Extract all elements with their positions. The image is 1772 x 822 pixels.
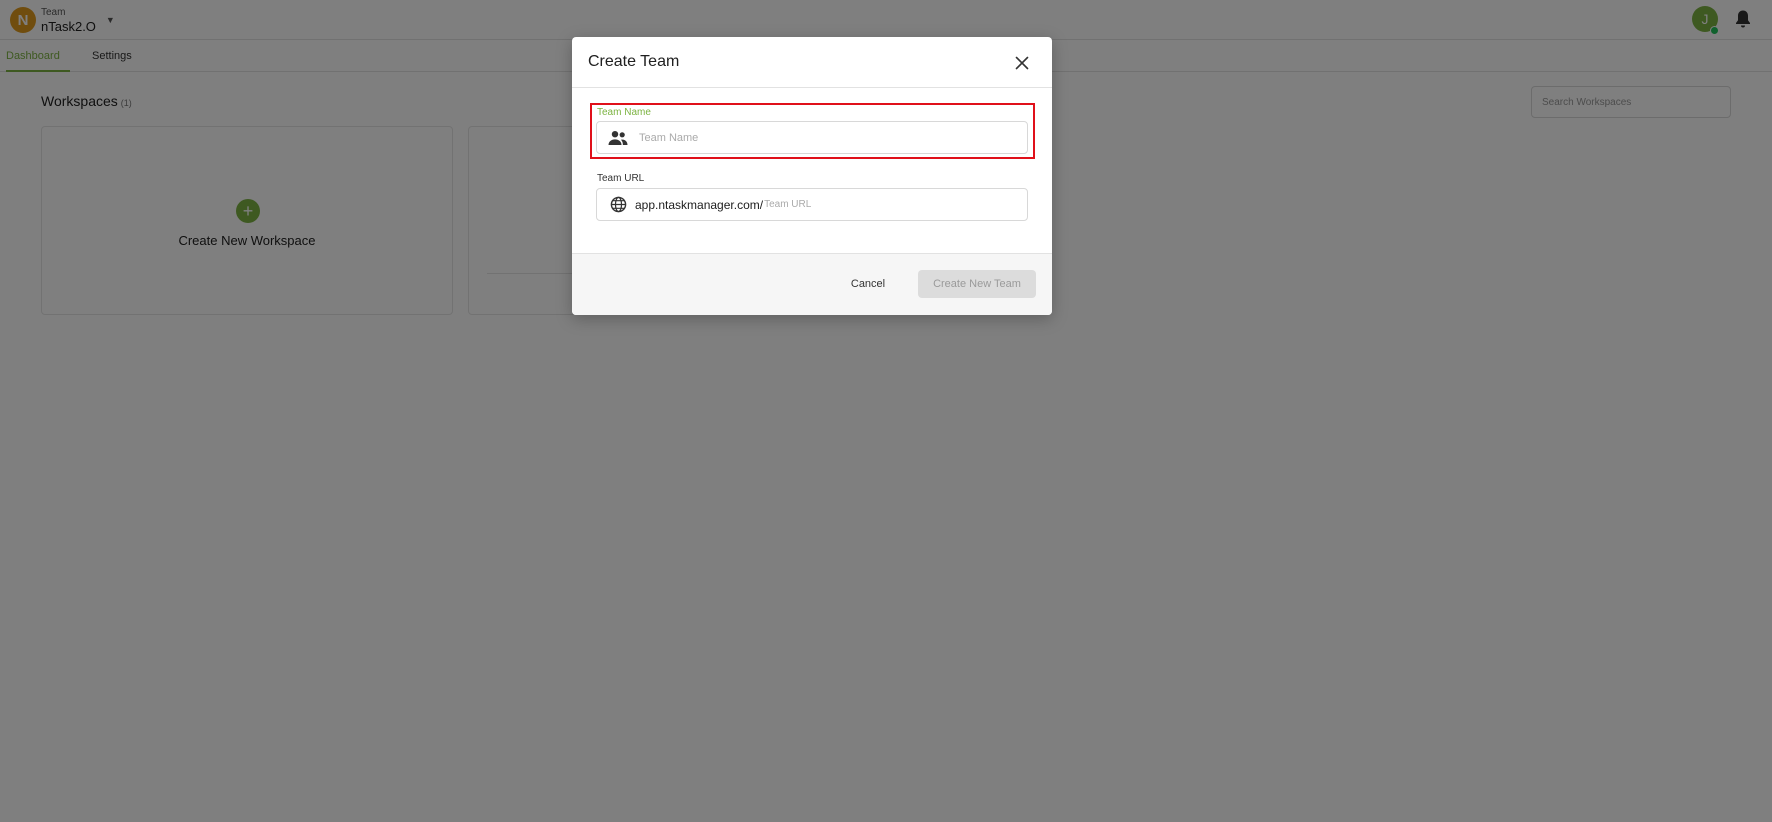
close-icon[interactable] xyxy=(1015,56,1029,70)
close-button[interactable] xyxy=(1012,53,1032,73)
team-url-field[interactable]: app.ntaskmanager.com/ xyxy=(596,188,1028,221)
team-url-input[interactable] xyxy=(764,189,985,220)
team-url-label: Team URL xyxy=(597,173,645,184)
create-new-team-button[interactable]: Create New Team xyxy=(918,270,1036,298)
team-name-input[interactable] xyxy=(639,122,1019,153)
dialog-footer: Cancel Create New Team xyxy=(572,253,1052,315)
dialog-header: Create Team xyxy=(572,37,1052,88)
team-name-label: Team Name xyxy=(597,107,651,118)
team-url-prefix: app.ntaskmanager.com/ xyxy=(635,197,764,212)
create-team-dialog: Create Team Team Name Team URL xyxy=(572,37,1052,315)
cancel-button[interactable]: Cancel xyxy=(838,270,898,298)
dialog-title: Create Team xyxy=(588,53,680,70)
team-name-field[interactable] xyxy=(596,121,1028,154)
team-icon xyxy=(607,127,629,149)
globe-icon xyxy=(607,194,629,216)
